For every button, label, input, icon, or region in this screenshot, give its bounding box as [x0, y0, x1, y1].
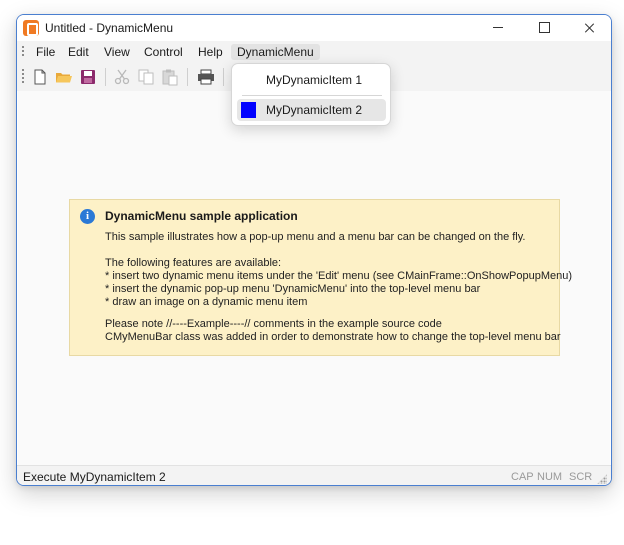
popup-separator	[242, 95, 382, 96]
popup-item-label: MyDynamicItem 2	[266, 103, 363, 117]
info-line: Please note //----Example----// comments…	[105, 318, 442, 330]
dynamicmenu-popup: MyDynamicItem 1 MyDynamicItem 2	[231, 63, 391, 126]
popup-item-mydynamicitem-1[interactable]: MyDynamicItem 1	[237, 69, 386, 91]
menu-edit[interactable]: Edit	[62, 44, 95, 60]
toolbar-separator	[105, 68, 106, 86]
info-line: * insert two dynamic menu items under th…	[105, 270, 573, 282]
popup-item-label: MyDynamicItem 1	[266, 73, 363, 87]
info-icon: i	[80, 209, 95, 224]
scroll-lock-indicator: SCR	[569, 471, 593, 483]
menubar-grip[interactable]	[22, 46, 24, 58]
info-line: This sample illustrates how a pop-up men…	[105, 231, 526, 243]
info-line: * insert the dynamic pop-up menu 'Dynami…	[105, 283, 481, 295]
num-lock-indicator: NUM	[537, 471, 563, 483]
app-logo-icon	[23, 20, 39, 36]
toolbar-separator	[187, 68, 188, 86]
print-icon[interactable]	[197, 68, 215, 86]
info-title: DynamicMenu sample application	[105, 209, 298, 223]
copy-icon[interactable]	[137, 68, 155, 86]
info-line: * draw an image on a dynamic menu item	[105, 296, 308, 308]
status-bar: Execute MyDynamicItem 2 CAP NUM SCR	[17, 465, 611, 485]
toolbar-separator	[223, 68, 224, 86]
blue-square-icon	[241, 102, 256, 118]
menu-bar: File Edit View Control Help DynamicMenu	[17, 41, 611, 63]
info-line: The following features are available:	[105, 257, 282, 269]
close-button[interactable]	[567, 15, 611, 41]
open-folder-icon[interactable]	[55, 68, 73, 86]
menu-view[interactable]: View	[98, 44, 136, 60]
title-bar[interactable]: Untitled - DynamicMenu	[17, 15, 611, 41]
toolbar-grip[interactable]	[22, 69, 24, 85]
new-document-icon[interactable]	[31, 68, 49, 86]
cut-scissors-icon[interactable]	[113, 68, 131, 86]
window-title: Untitled - DynamicMenu	[45, 21, 174, 35]
status-message: Execute MyDynamicItem 2	[23, 470, 166, 484]
document-view[interactable]: i DynamicMenu sample application This sa…	[18, 91, 610, 465]
info-line: CMyMenuBar class was added in order to d…	[105, 331, 561, 343]
menu-control[interactable]: Control	[138, 44, 189, 60]
caps-lock-indicator: CAP	[511, 471, 534, 483]
menu-file[interactable]: File	[30, 44, 61, 60]
menu-help[interactable]: Help	[192, 44, 229, 60]
maximize-button[interactable]	[521, 15, 567, 41]
minimize-button[interactable]	[475, 15, 521, 41]
resize-grip-icon[interactable]	[597, 474, 607, 484]
paste-icon[interactable]	[161, 68, 179, 86]
popup-item-mydynamicitem-2[interactable]: MyDynamicItem 2	[237, 99, 386, 121]
info-panel: i DynamicMenu sample application This sa…	[69, 199, 572, 356]
menu-dynamicmenu[interactable]: DynamicMenu	[231, 44, 320, 60]
save-disk-icon[interactable]	[79, 68, 97, 86]
